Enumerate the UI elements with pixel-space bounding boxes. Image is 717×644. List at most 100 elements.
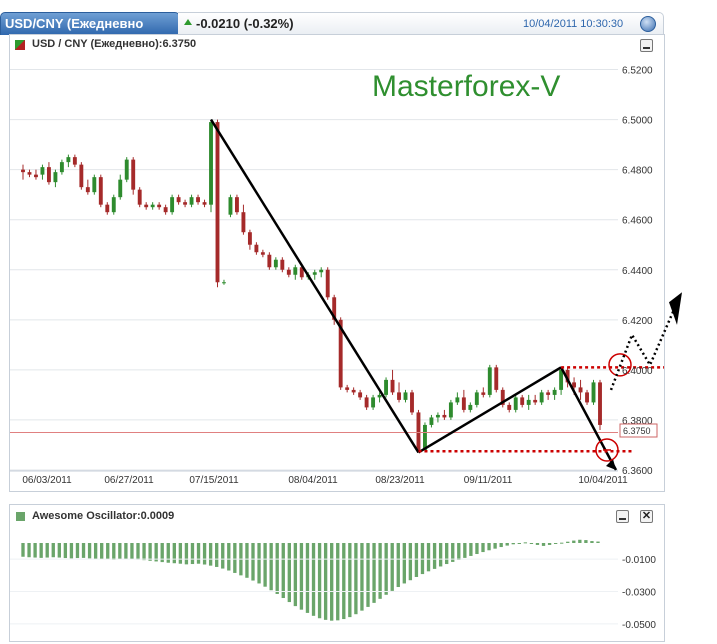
price-tick-label: 6.4600 bbox=[622, 216, 653, 227]
candle-body bbox=[150, 204, 155, 208]
scenario-arrow-head bbox=[669, 292, 682, 325]
oscillator-bar bbox=[172, 543, 176, 564]
oscillator-bar bbox=[487, 543, 491, 551]
price-tick-label: 6.4200 bbox=[622, 316, 653, 327]
candle-body bbox=[435, 414, 440, 418]
candle-body bbox=[546, 392, 551, 395]
candle-body bbox=[27, 172, 32, 175]
candle-body bbox=[533, 399, 538, 403]
oscillator-bar bbox=[112, 543, 116, 560]
candle-body bbox=[377, 394, 382, 398]
candle-body bbox=[559, 369, 564, 390]
oscillator-bar bbox=[317, 543, 322, 619]
candle-body bbox=[124, 159, 129, 180]
oscillator-bar bbox=[21, 543, 25, 557]
oscillator-bar bbox=[390, 543, 394, 591]
oscillator-bar bbox=[402, 543, 406, 584]
oscillator-bar bbox=[481, 543, 485, 553]
oscillator-bar bbox=[106, 543, 110, 560]
candle-body bbox=[34, 174, 38, 178]
oscillator-bar bbox=[420, 543, 425, 575]
candle-body bbox=[247, 232, 252, 245]
oscillator-bar bbox=[529, 543, 534, 544]
candle-body bbox=[520, 397, 525, 405]
candle-body bbox=[189, 197, 194, 205]
candle-body bbox=[176, 197, 181, 203]
candle-body bbox=[468, 404, 473, 410]
candle-body bbox=[578, 387, 583, 393]
oscillator-bar bbox=[45, 543, 49, 558]
oscillator-bar bbox=[505, 543, 509, 546]
candle-body bbox=[598, 382, 602, 425]
candle-body bbox=[293, 267, 298, 275]
candle-body bbox=[234, 197, 239, 213]
oscillator-bar bbox=[541, 543, 546, 546]
oscillator-bar bbox=[384, 543, 388, 595]
date-tick-label: 08/23/2011 bbox=[375, 475, 425, 486]
oscillator-bar bbox=[517, 543, 521, 544]
candle-body bbox=[59, 162, 64, 173]
price-tick-label: 6.5000 bbox=[622, 116, 653, 127]
oscillator-bar bbox=[130, 543, 134, 560]
oscillator-tick-label: -0.0500 bbox=[622, 620, 656, 631]
candle-body bbox=[21, 169, 25, 173]
date-tick-label: 10/04/2011 bbox=[578, 475, 628, 486]
oscillator-bars bbox=[21, 539, 600, 621]
candle-body bbox=[53, 172, 58, 183]
oscillator-bar bbox=[281, 543, 285, 599]
candle-body bbox=[260, 252, 265, 255]
candle-body bbox=[144, 204, 149, 208]
candle-body bbox=[364, 397, 369, 408]
oscillator-bar bbox=[372, 543, 376, 603]
candle-body bbox=[461, 397, 466, 410]
oscillator-bar bbox=[269, 543, 273, 591]
oscillator-bar bbox=[366, 543, 370, 607]
oscillator-bar bbox=[553, 543, 558, 544]
oscillator-bar bbox=[136, 543, 140, 560]
oscillator-bar bbox=[438, 543, 443, 567]
oscillator-bar bbox=[560, 542, 564, 544]
candle-body bbox=[111, 197, 116, 213]
candle-body bbox=[371, 397, 376, 408]
candle-body bbox=[539, 392, 544, 403]
oscillator-bar bbox=[275, 543, 279, 594]
date-tick-label: 09/11/2011 bbox=[464, 475, 513, 486]
oscillator-bar bbox=[27, 543, 31, 558]
oscillator-bar bbox=[354, 543, 358, 615]
oscillator-bar bbox=[87, 543, 92, 559]
candle-body bbox=[455, 397, 460, 403]
oscillator-bar bbox=[311, 543, 316, 616]
candle-body bbox=[513, 397, 518, 410]
oscillator-bar bbox=[293, 543, 298, 607]
candle-body bbox=[72, 157, 77, 165]
candle-body bbox=[170, 197, 175, 213]
trend-annotations bbox=[10, 118, 682, 471]
candle-body bbox=[416, 412, 421, 450]
oscillator-bar bbox=[233, 543, 237, 573]
price-tick-label: 6.4000 bbox=[622, 366, 653, 377]
oscillator-bar bbox=[336, 543, 340, 621]
oscillator-bar bbox=[51, 543, 55, 558]
candle-body bbox=[552, 389, 557, 395]
oscillator-bar bbox=[166, 543, 170, 563]
oscillator-bar bbox=[493, 543, 497, 549]
date-axis: 06/03/2011 06/27/2011 07/15/2011 08/04/2011… bbox=[10, 470, 628, 486]
oscillator-bar bbox=[263, 543, 267, 587]
price-tick-label: 6.4800 bbox=[622, 166, 653, 177]
oscillator-bar bbox=[463, 543, 467, 558]
oscillator-bar bbox=[578, 539, 582, 543]
candle-body bbox=[591, 382, 596, 403]
oscillator-bar bbox=[566, 541, 570, 543]
trend-line bbox=[559, 366, 618, 471]
candle-body bbox=[98, 177, 103, 205]
oscillator-bar bbox=[196, 543, 201, 564]
candle-body bbox=[163, 207, 168, 213]
oscillator-bar bbox=[287, 543, 291, 603]
candle-body bbox=[481, 392, 486, 395]
candle-body bbox=[196, 197, 200, 203]
oscillator-bar bbox=[142, 543, 146, 561]
candle-body bbox=[40, 167, 45, 175]
candle-body bbox=[442, 414, 447, 418]
oscillator-bar bbox=[178, 543, 183, 564]
candle-body bbox=[325, 269, 330, 298]
